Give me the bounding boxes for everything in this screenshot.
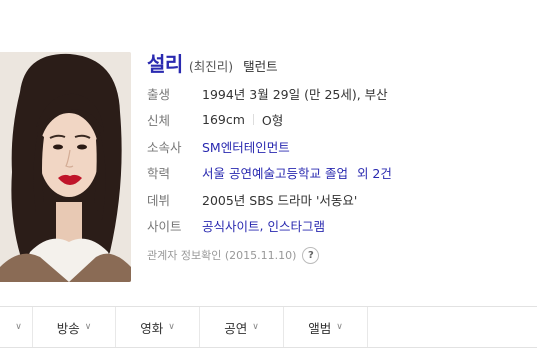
tab-broadcast[interactable]: 방송 ∨ (33, 307, 116, 347)
debut-value: 2005년 SBS 드라마 '서동요' (202, 192, 358, 208)
education-more-link[interactable]: 외 2건 (357, 163, 392, 182)
tab-performance[interactable]: 공연 ∨ (200, 307, 284, 347)
row-body: 신체 169cm O형 (147, 107, 527, 134)
person-name[interactable]: 설리 (147, 48, 183, 77)
education-label: 학력 (147, 166, 171, 182)
chevron-down-icon: ∨ (84, 322, 92, 332)
chevron-down-icon: ∨ (15, 322, 22, 332)
profile-info: 설리 (최진리) 탤런트 출생 1994년 3월 29일 (만 25세), 부산… (147, 48, 527, 266)
birth-value: 1994년 3월 29일 (만 25세), 부산 (202, 86, 388, 102)
real-name: (최진리) (188, 59, 234, 74)
blood-type-value: O형 (261, 113, 284, 129)
chevron-down-icon: ∨ (252, 322, 259, 332)
verification-note: 관계자 정보확인 (2015.11.10) ? (147, 244, 527, 266)
height-value: 169cm (202, 112, 245, 128)
tab-label: 앨범 (308, 320, 332, 336)
tab-label: 방송 (56, 320, 80, 336)
education-value: 서울 공연예술고등학교 졸업 외 2건 (202, 163, 392, 182)
row-site: 사이트 공식사이트, 인스타그램 (147, 213, 527, 240)
official-site-link[interactable]: 공식사이트 (202, 216, 260, 235)
comma: , (259, 218, 268, 234)
body-label: 신체 (147, 113, 171, 129)
profile-photo[interactable] (0, 52, 131, 282)
help-icon[interactable]: ? (302, 246, 320, 264)
site-links: 공식사이트, 인스타그램 (202, 216, 325, 235)
verification-text: 관계자 정보확인 (2015.11.10) (147, 249, 297, 262)
tab-movie[interactable]: 영화 ∨ (116, 307, 200, 347)
occupation: 탤런트 (243, 59, 278, 74)
site-label: 사이트 (147, 219, 182, 235)
category-tabs: ∨ 방송 ∨ 영화 ∨ 공연 ∨ 앨범 ∨ (0, 306, 537, 348)
tab-label: 영화 (140, 320, 164, 336)
row-debut: 데뷔 2005년 SBS 드라마 '서동요' (147, 186, 527, 213)
portrait-image (0, 52, 131, 282)
education-link[interactable]: 서울 공연예술고등학교 졸업 (202, 163, 348, 182)
row-agency: 소속사 SM엔터테인먼트 (147, 133, 527, 160)
birth-label: 출생 (147, 86, 171, 102)
debut-label: 데뷔 (147, 192, 171, 208)
row-education: 학력 서울 공연예술고등학교 졸업 외 2건 (147, 160, 527, 187)
chevron-down-icon: ∨ (168, 322, 175, 332)
row-birth: 출생 1994년 3월 29일 (만 25세), 부산 (147, 80, 527, 107)
chevron-down-icon: ∨ (336, 322, 343, 332)
agency-label: 소속사 (147, 139, 182, 155)
tab-first[interactable]: ∨ (0, 307, 33, 347)
tab-label: 공연 (224, 320, 248, 336)
name-row: 설리 (최진리) 탤런트 (147, 48, 527, 80)
body-value: 169cm O형 (202, 110, 283, 129)
instagram-link[interactable]: 인스타그램 (267, 216, 325, 235)
tab-album[interactable]: 앨범 ∨ (284, 307, 368, 347)
agency-link[interactable]: SM엔터테인먼트 (202, 137, 290, 156)
divider (252, 114, 254, 126)
